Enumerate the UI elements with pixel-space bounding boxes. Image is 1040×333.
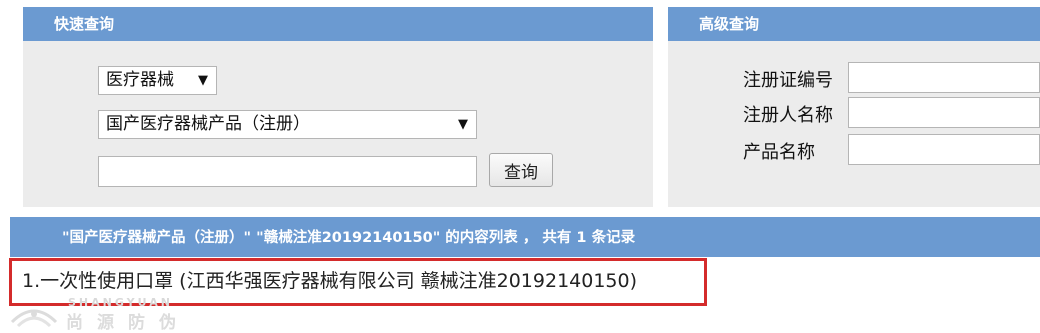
keyword-input[interactable] bbox=[98, 156, 477, 187]
category-select-value: 医疗器械 bbox=[106, 70, 174, 90]
advanced-search-title: 高级查询 bbox=[699, 15, 760, 33]
product-type-select-value: 国产医疗器械产品（注册） bbox=[106, 114, 310, 134]
chevron-down-icon: ▼ bbox=[198, 73, 208, 88]
product-type-select[interactable]: 国产医疗器械产品（注册） ▼ bbox=[98, 110, 477, 139]
registration-number-label: 注册证编号 bbox=[743, 70, 833, 91]
results-summary: "国产医疗器械产品（注册）" "赣械注准20192140150" 的内容列表 ，… bbox=[62, 230, 636, 246]
search-button[interactable]: 查询 bbox=[489, 153, 553, 187]
quick-search-title: 快速查询 bbox=[54, 15, 115, 33]
registrant-name-label: 注册人名称 bbox=[743, 105, 833, 126]
product-name-label: 产品名称 bbox=[743, 142, 815, 163]
registration-number-field[interactable] bbox=[848, 62, 1040, 93]
quick-search-header: 快速查询 bbox=[23, 7, 653, 41]
watermark: SHANGYUAN 尚源防伪 bbox=[0, 292, 230, 333]
chevron-down-icon: ▼ bbox=[458, 117, 468, 132]
category-select[interactable]: 医疗器械 ▼ bbox=[98, 66, 217, 95]
result-item-link[interactable]: 1.一次性使用口罩 (江西华强医疗器械有限公司 赣械注准20192140150) bbox=[22, 266, 637, 293]
product-name-field[interactable] bbox=[848, 134, 1040, 165]
watermark-text-cn: 尚源防伪 bbox=[66, 313, 190, 333]
watermark-logo-icon bbox=[10, 309, 58, 328]
advanced-search-header: 高级查询 bbox=[668, 7, 1040, 41]
results-header: "国产医疗器械产品（注册）" "赣械注准20192140150" 的内容列表 ，… bbox=[10, 217, 1040, 257]
registrant-name-field[interactable] bbox=[848, 97, 1040, 128]
